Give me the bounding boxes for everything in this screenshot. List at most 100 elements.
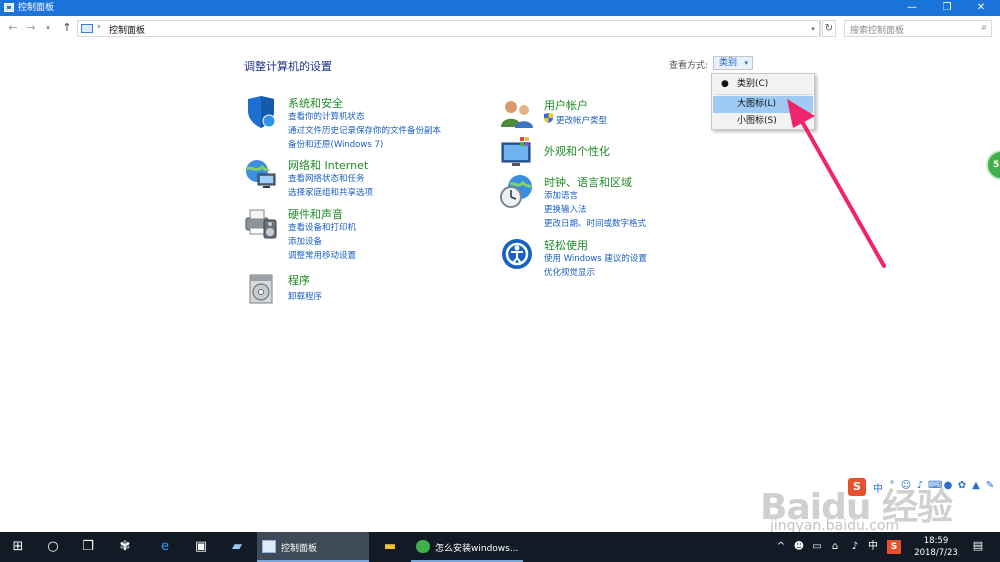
task-view-icon[interactable]: ❐ [80, 539, 96, 555]
network-globe-icon[interactable] [244, 157, 278, 191]
pinyin-icon[interactable]: 中 [872, 480, 884, 495]
search-input[interactable]: 搜索控制面板 ⌕ [844, 20, 992, 37]
menu-item-small-icons[interactable]: 小图标(S) [713, 113, 813, 130]
link-uninstall-program[interactable]: 卸载程序 [288, 290, 322, 302]
category-title[interactable]: 时钟、语言和区域 [544, 174, 632, 190]
link-date-time-format[interactable]: 更改日期、时间或数字格式 [544, 217, 646, 229]
menu-separator [716, 94, 812, 95]
address-bar[interactable]: › 控制面板 [77, 20, 820, 37]
menu-item-label: 大图标(L) [737, 99, 777, 109]
control-panel-icon [262, 540, 276, 553]
emoji-icon[interactable]: ☺ [900, 480, 912, 494]
screen: 控制面板 — ❐ ✕ ← → ▾ ↑ › 控制面板 ▾ ↻ 搜索控制面板 ⌕ 调… [0, 0, 1000, 562]
printer-speaker-icon[interactable] [244, 206, 278, 240]
address-dropdown-chevron-icon[interactable]: ▾ [806, 20, 821, 37]
punctuation-icon[interactable]: ° [886, 480, 898, 494]
clock-globe-icon[interactable] [500, 174, 534, 208]
clock-time: 18:59 [923, 536, 949, 546]
view-by-label: 查看方式: [669, 61, 709, 71]
battery-icon[interactable]: ▭ [810, 540, 824, 554]
up-arrow-icon[interactable]: ↑ [60, 21, 74, 35]
link-mobility-settings[interactable]: 调整常用移动设置 [288, 249, 356, 261]
action-center-icon[interactable]: ▤ [970, 539, 986, 555]
link-add-language[interactable]: 添加语言 [544, 189, 578, 201]
sogou-tray-icon[interactable]: S [887, 540, 901, 554]
close-button[interactable]: ✕ [966, 0, 996, 16]
user-icon[interactable]: ● [942, 480, 954, 494]
skin-icon[interactable]: ✿ [956, 480, 968, 494]
view-by-dropdown[interactable]: 类别 ▾ [713, 56, 753, 70]
link-view-computer-status[interactable]: 查看你的计算机状态 [288, 110, 365, 122]
category-network-internet: 网络和 Internet 查看网络状态和任务 选择家庭组和共享选项 [244, 157, 494, 203]
link-change-input-method[interactable]: 更换输入法 [544, 203, 587, 215]
sogou-logo-icon[interactable]: S [848, 478, 866, 496]
taskbar-app-label: 控制面板 [281, 544, 318, 554]
breadcrumb-separator[interactable]: › [97, 22, 101, 32]
taskbar-app-control-panel[interactable]: 控制面板 [257, 532, 369, 562]
back-arrow-icon[interactable]: ← [6, 21, 20, 35]
address-row: ← → ▾ ↑ › 控制面板 ▾ ↻ 搜索控制面板 ⌕ [0, 16, 1000, 42]
category-title[interactable]: 用户帐户 [544, 97, 588, 113]
link-recommended-settings[interactable]: 使用 Windows 建议的设置 [544, 252, 647, 264]
menu-item-category[interactable]: ● 类别(C) [713, 76, 813, 93]
edge-browser-icon[interactable]: e [157, 539, 173, 555]
forward-arrow-icon[interactable]: → [24, 21, 38, 35]
ease-of-access-icon[interactable] [500, 237, 534, 271]
voice-icon[interactable]: ♪ [914, 480, 926, 494]
menu-item-label: 小图标(S) [737, 116, 777, 126]
view-by-value: 类别 [719, 58, 738, 68]
programs-disc-icon[interactable] [244, 272, 278, 306]
cortana-circle-icon[interactable]: ○ [45, 539, 61, 555]
category-title[interactable]: 外观和个性化 [544, 143, 610, 159]
breadcrumb-control-panel[interactable]: 控制面板 [109, 23, 145, 36]
fan-app-icon[interactable]: ✾ [117, 539, 133, 555]
category-programs: 程序 卸载程序 [244, 272, 494, 308]
file-explorer-icon[interactable]: ▬ [382, 539, 398, 555]
ime-indicator[interactable]: 中 [866, 540, 880, 554]
search-icon[interactable]: ⌕ [981, 22, 987, 33]
store-bag-icon[interactable]: ▣ [193, 539, 209, 555]
minimize-button[interactable]: — [897, 0, 927, 16]
shirt-icon[interactable]: ▲ [970, 480, 982, 494]
category-system-security: 系统和安全 查看你的计算机状态 通过文件历史记录保存你的文件备份副本 备份和还原… [244, 95, 494, 155]
category-user-accounts: 用户帐户 更改帐户类型 [500, 97, 700, 131]
chevron-down-icon: ▾ [744, 59, 748, 67]
link-backup-restore[interactable]: 备份和还原(Windows 7) [288, 138, 383, 150]
shield-icon[interactable] [244, 95, 278, 129]
link-devices-printers[interactable]: 查看设备和打印机 [288, 221, 356, 233]
category-title[interactable]: 网络和 Internet [288, 157, 368, 173]
taskbar: ⊞ ○ ❐ ✾ e ▣ ▰ 控制面板 ▬ 怎么安装windows... ^ ☻ … [0, 532, 1000, 562]
side-floating-badge[interactable]: 55 [986, 150, 1000, 180]
recent-locations-chevron-icon[interactable]: ▾ [41, 21, 55, 35]
system-clock[interactable]: 18:59 2018/7/23 [912, 535, 960, 559]
menu-item-large-icons[interactable]: 大图标(L) [713, 96, 813, 113]
volume-icon[interactable]: ♪ [848, 540, 862, 554]
refresh-icon[interactable]: ↻ [822, 20, 836, 37]
category-title[interactable]: 硬件和声音 [288, 206, 343, 222]
pc-app-icon[interactable]: ▰ [229, 539, 245, 555]
link-network-status[interactable]: 查看网络状态和任务 [288, 172, 365, 184]
show-hidden-icons-chevron-icon[interactable]: ^ [774, 540, 788, 554]
people-icon[interactable]: ☻ [792, 540, 806, 554]
maximize-button[interactable]: ❐ [932, 0, 962, 16]
category-title[interactable]: 轻松使用 [544, 237, 588, 253]
network-icon[interactable]: ⌂ [828, 540, 842, 554]
link-change-account-type[interactable]: 更改帐户类型 [556, 114, 607, 126]
clock-date: 2018/7/23 [914, 548, 958, 558]
keyboard-icon[interactable]: ⌨ [928, 480, 942, 494]
wrench-icon[interactable]: ✎ [984, 480, 996, 494]
window-title: 控制面板 [18, 3, 55, 13]
windows-start-icon[interactable]: ⊞ [10, 539, 26, 555]
category-hardware-sound: 硬件和声音 查看设备和打印机 添加设备 调整常用移动设置 [244, 206, 494, 266]
link-optimize-visual-display[interactable]: 优化视觉显示 [544, 266, 595, 278]
monitor-palette-icon[interactable] [500, 135, 534, 169]
link-homegroup[interactable]: 选择家庭组和共享选项 [288, 186, 373, 198]
taskbar-app-browser[interactable]: 怎么安装windows... [411, 532, 523, 562]
link-add-device[interactable]: 添加设备 [288, 235, 322, 247]
category-title[interactable]: 系统和安全 [288, 95, 343, 111]
users-icon[interactable] [500, 97, 534, 131]
floating-toolbar: S 中 ° ☺ ♪ ⌨ ● ✿ ▲ ✎ [848, 478, 1000, 498]
control-panel-icon [81, 24, 93, 33]
link-file-history[interactable]: 通过文件历史记录保存你的文件备份副本 [288, 124, 441, 136]
category-title[interactable]: 程序 [288, 272, 310, 288]
